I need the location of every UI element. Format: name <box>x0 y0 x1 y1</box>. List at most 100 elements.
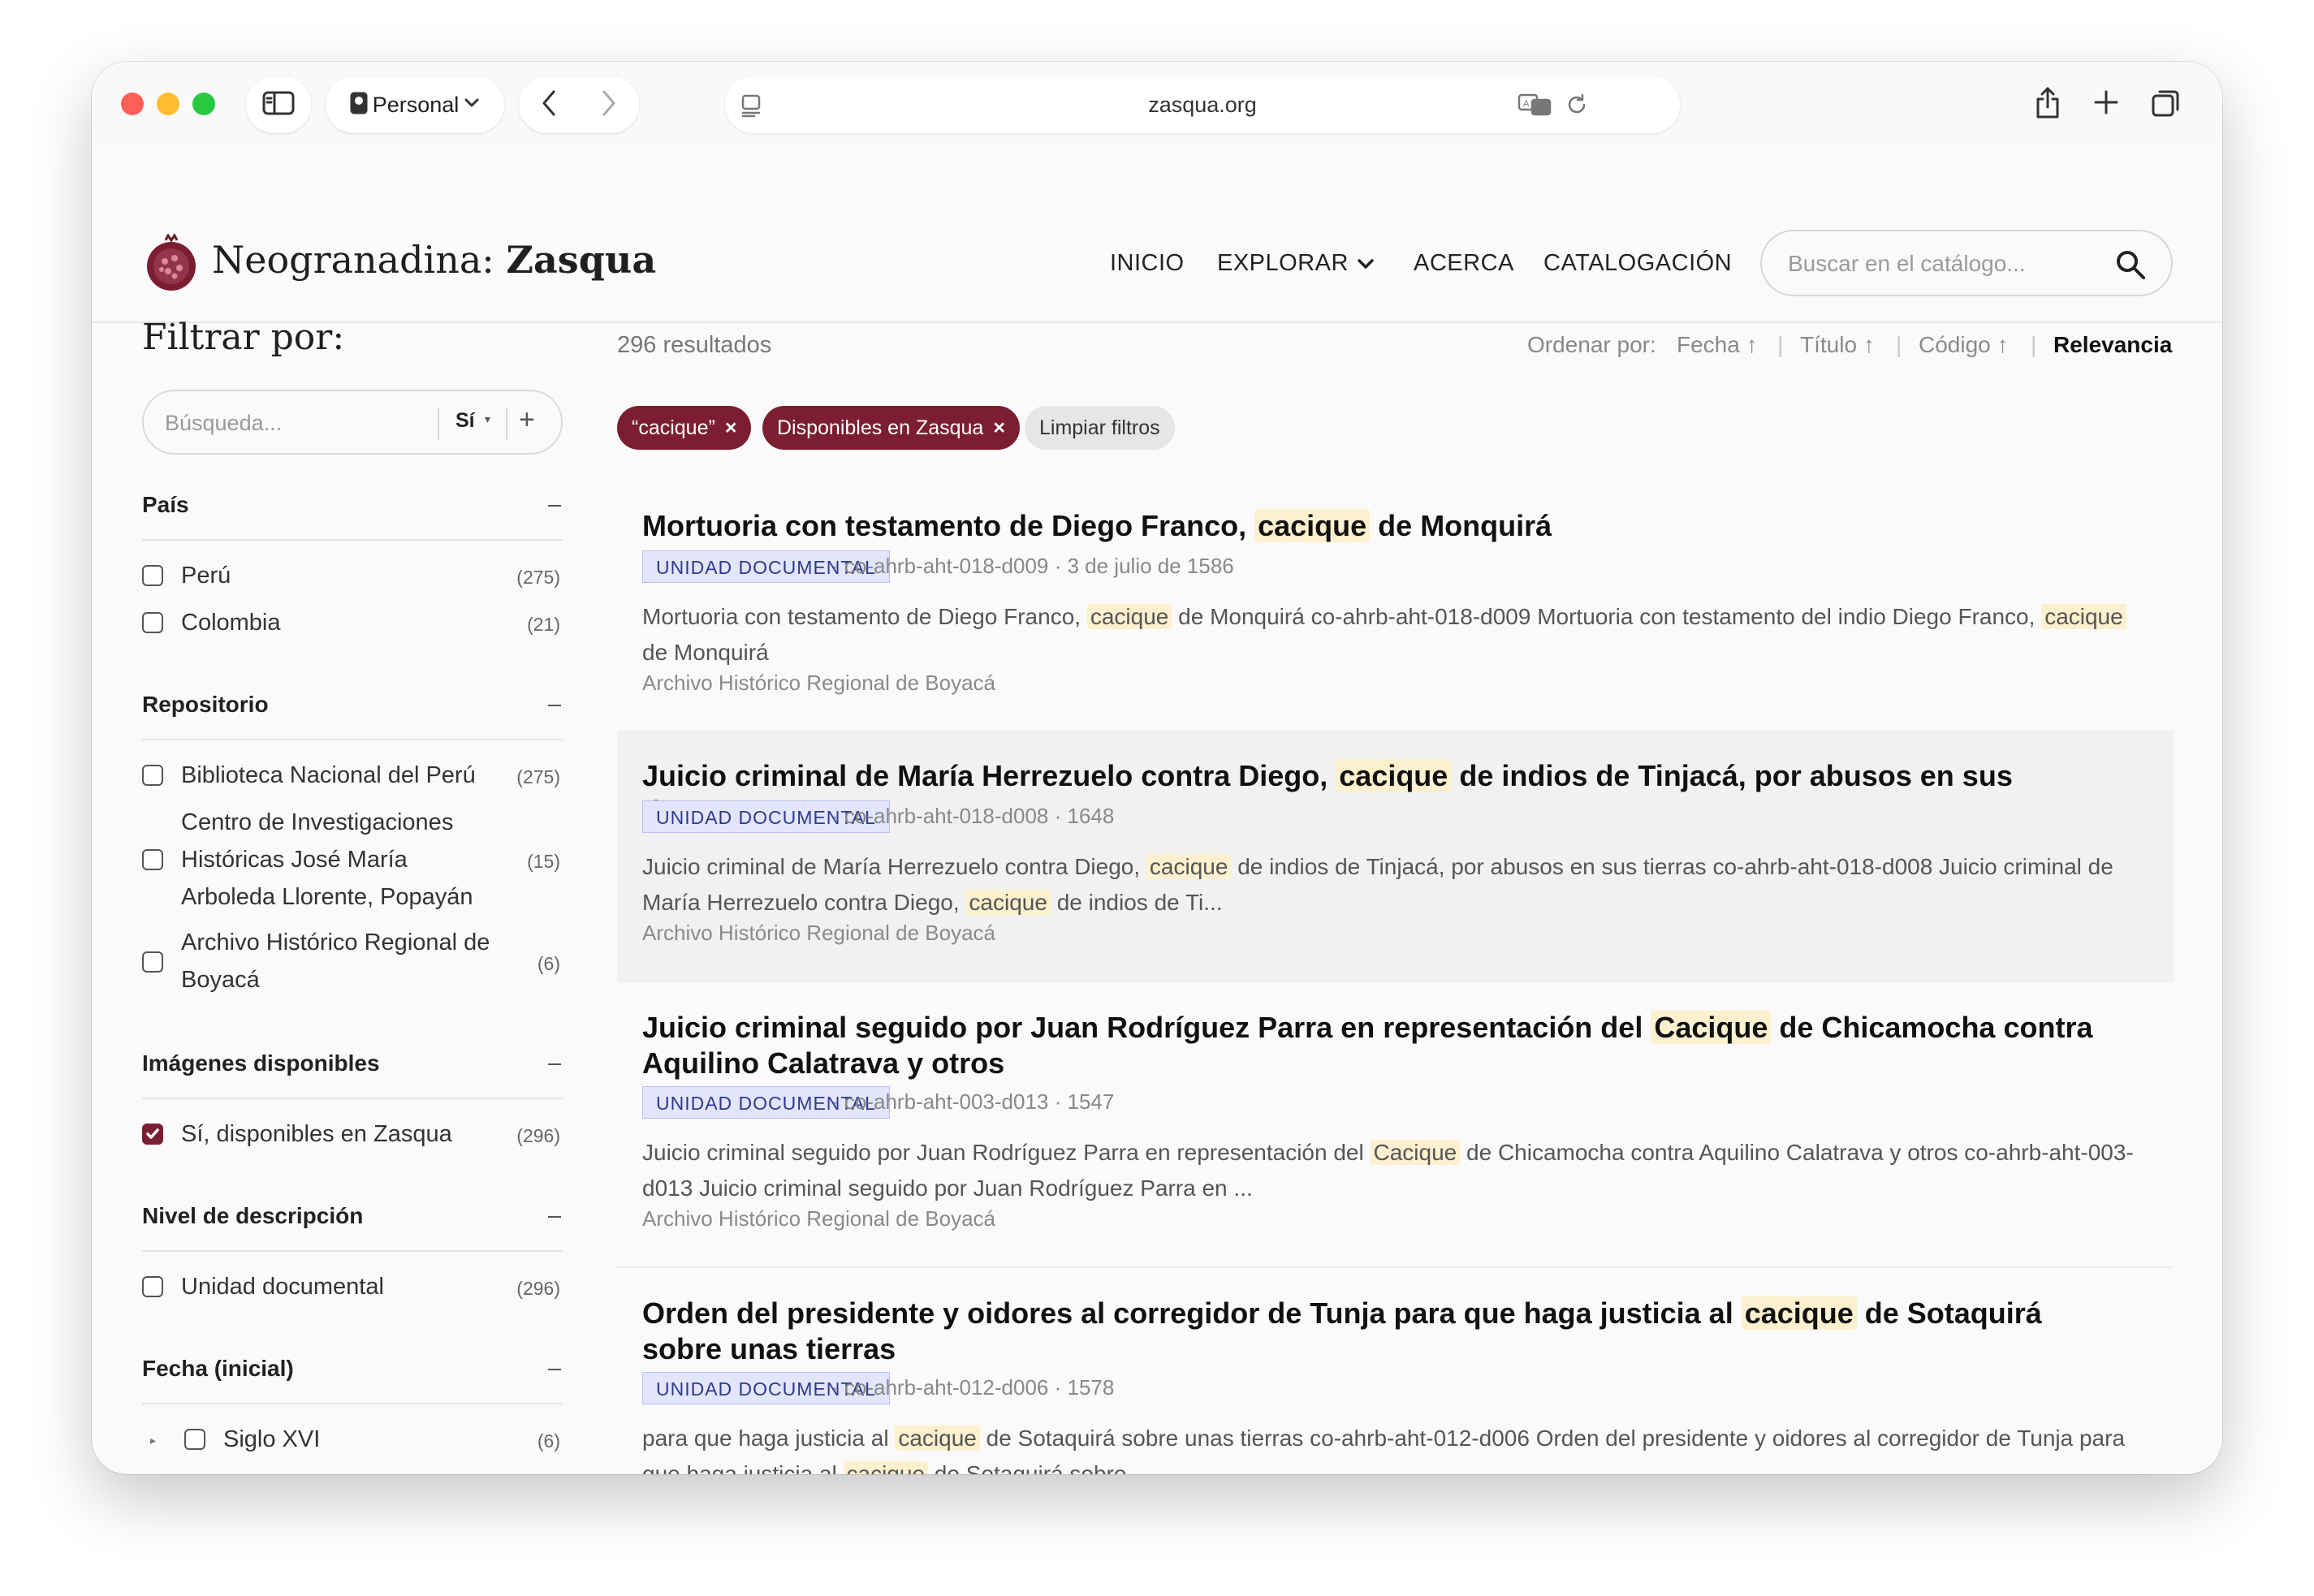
option-count: (296) <box>516 1125 560 1146</box>
title-text: Juicio criminal de María Herrezuelo cont… <box>642 759 1336 792</box>
sort-relevancia[interactable]: Relevancia <box>2053 332 2172 358</box>
site-title-plain: Neogranadina: <box>212 238 507 282</box>
sort-codigo-label: Código <box>1919 332 1991 357</box>
option-label: Sí, disponibles en Zasqua <box>181 1121 452 1147</box>
title-text: de Monquirá <box>1370 509 1552 542</box>
chip-label: Disponibles en Zasqua <box>777 416 984 439</box>
search-highlight: cacique <box>1086 604 1172 629</box>
option-label: Biblioteca Nacional del Perú <box>181 762 476 788</box>
clear-filters-button[interactable]: Limpiar filtros <box>1025 406 1175 450</box>
title-text: Mortuoria con testamento de Diego Franco… <box>642 509 1255 542</box>
snippet-text: Juicio criminal de María Herrezuelo cont… <box>642 854 1146 879</box>
checkbox-archivo-boyaca[interactable] <box>142 951 163 973</box>
expand-caret-icon[interactable]: ▸ <box>150 1434 156 1447</box>
result-title[interactable]: Mortuoria con testamento de Diego Franco… <box>642 508 2104 544</box>
section-title-nivel[interactable]: Nivel de descripción <box>142 1203 363 1229</box>
nav-acerca[interactable]: ACERCA <box>1414 250 1514 277</box>
collapse-icon[interactable] <box>548 1369 561 1370</box>
result-item[interactable]: Juicio criminal de María Herrezuelo cont… <box>617 731 2174 982</box>
chip-label: “cacique” <box>632 416 715 439</box>
checkbox-colombia[interactable] <box>142 612 163 633</box>
section-title-pais[interactable]: País <box>142 492 189 518</box>
svg-text:A: A <box>1523 99 1530 109</box>
sidebar-icon <box>262 90 295 120</box>
tab-overview-button[interactable] <box>2151 88 2182 123</box>
arrow-up-icon: ↑ <box>1863 332 1875 357</box>
result-repository: Archivo Histórico Regional de Boyacá <box>642 921 995 945</box>
close-window-button[interactable] <box>121 93 144 115</box>
section-title-fecha[interactable]: Fecha (inicial) <box>142 1356 294 1382</box>
catalog-search <box>1760 230 2173 296</box>
nav-inicio[interactable]: INICIO <box>1110 250 1185 277</box>
new-tab-button[interactable] <box>2093 89 2119 119</box>
filter-chip-disponibles[interactable]: Disponibles en Zasqua × <box>762 406 1020 450</box>
filter-title: Filtrar por: <box>142 317 345 358</box>
history-nav <box>519 76 639 133</box>
close-icon[interactable]: × <box>725 416 737 439</box>
nav-catalogacion[interactable]: CATALOGACIÓN <box>1543 250 1732 277</box>
add-filter-button[interactable]: + <box>519 404 535 436</box>
option-label: Siglo XVI <box>223 1426 321 1452</box>
result-title[interactable]: Orden del presidente y oidores al correg… <box>642 1296 2104 1367</box>
search-mode-select[interactable]: Sí <box>455 409 475 433</box>
profile-button[interactable]: Personal <box>326 76 504 133</box>
close-icon[interactable]: × <box>993 416 1005 439</box>
minimize-window-button[interactable] <box>157 93 179 115</box>
sort-titulo[interactable]: Título ↑ <box>1800 332 1875 358</box>
result-snippet: Juicio criminal de María Herrezuelo cont… <box>642 849 2136 921</box>
results-count: 296 resultados <box>617 332 772 358</box>
collapse-icon[interactable] <box>548 1216 561 1218</box>
address-bar[interactable]: zasqua.org A <box>725 76 1680 133</box>
result-item[interactable]: Juicio criminal seguido por Juan Rodrígu… <box>617 982 2174 1266</box>
nav-explorar-label: EXPLORAR <box>1217 250 1349 276</box>
checkbox-peru[interactable] <box>142 565 163 586</box>
sidebar-toggle-button[interactable] <box>246 76 311 133</box>
sort-fecha[interactable]: Fecha ↑ <box>1677 332 1758 358</box>
divider <box>438 408 439 440</box>
result-title[interactable]: Juicio criminal seguido por Juan Rodrígu… <box>642 1010 2104 1081</box>
checkbox-biblioteca-nacional[interactable] <box>142 765 163 786</box>
divider <box>506 408 507 440</box>
checkbox-unidad-documental[interactable] <box>142 1276 163 1297</box>
result-item[interactable]: Orden del presidente y oidores al correg… <box>617 1268 2174 1474</box>
collapse-icon[interactable] <box>548 705 561 706</box>
checkbox-centro-investigaciones[interactable] <box>142 849 163 870</box>
zoom-window-button[interactable] <box>192 93 215 115</box>
checkbox-siglo-xvi[interactable] <box>184 1429 205 1450</box>
caret-down-icon[interactable]: ▾ <box>485 412 490 426</box>
snippet-text: para que haga justicia al <box>642 1426 896 1451</box>
forward-button[interactable] <box>599 88 619 122</box>
site-title[interactable]: Neogranadina: Zasqua <box>212 238 656 282</box>
filter-search-input[interactable] <box>163 408 426 438</box>
option-count: (296) <box>516 1278 560 1299</box>
search-highlight: cacique <box>1741 1296 1857 1330</box>
option-label: Perú <box>181 563 231 589</box>
snippet-text: de indios de Ti... <box>1050 890 1223 915</box>
collapse-icon[interactable] <box>548 505 561 507</box>
nav-explorar[interactable]: EXPLORAR <box>1217 250 1375 277</box>
checkbox-disponibles-zasqua[interactable] <box>142 1124 163 1145</box>
site-title-bold: Zasqua <box>506 238 657 282</box>
browser-toolbar: Personal zasqua.org A <box>92 62 2222 148</box>
filter-search: Sí ▾ + <box>142 390 563 455</box>
snippet-text: Juicio criminal seguido por Juan Rodrígu… <box>642 1140 1371 1165</box>
result-repository: Archivo Histórico Regional de Boyacá <box>642 671 995 695</box>
filter-chip-query[interactable]: “cacique” × <box>617 406 752 450</box>
collapse-icon[interactable] <box>548 1063 561 1065</box>
snippet-text: de Monquirá <box>642 640 769 665</box>
section-title-imagenes[interactable]: Imágenes disponibles <box>142 1050 380 1076</box>
result-item[interactable]: Mortuoria con testamento de Diego Franco… <box>617 492 2174 735</box>
share-button[interactable] <box>2034 86 2061 124</box>
site-header: Neogranadina: Zasqua INICIO EXPLORAR ACE… <box>92 148 2222 323</box>
sort-codigo[interactable]: Código ↑ <box>1919 332 2009 358</box>
pomegranate-logo-icon[interactable] <box>144 233 199 296</box>
option-count: (15) <box>527 851 560 872</box>
section-title-repositorio[interactable]: Repositorio <box>142 692 269 718</box>
search-highlight: cacique <box>1254 509 1371 542</box>
sort-fecha-label: Fecha <box>1677 332 1740 357</box>
search-highlight: Cacique <box>1651 1011 1772 1044</box>
search-highlight: cacique <box>843 1461 929 1474</box>
back-button[interactable] <box>539 88 559 122</box>
catalog-search-input[interactable] <box>1786 248 2098 280</box>
search-highlight: Cacique <box>1370 1140 1461 1165</box>
